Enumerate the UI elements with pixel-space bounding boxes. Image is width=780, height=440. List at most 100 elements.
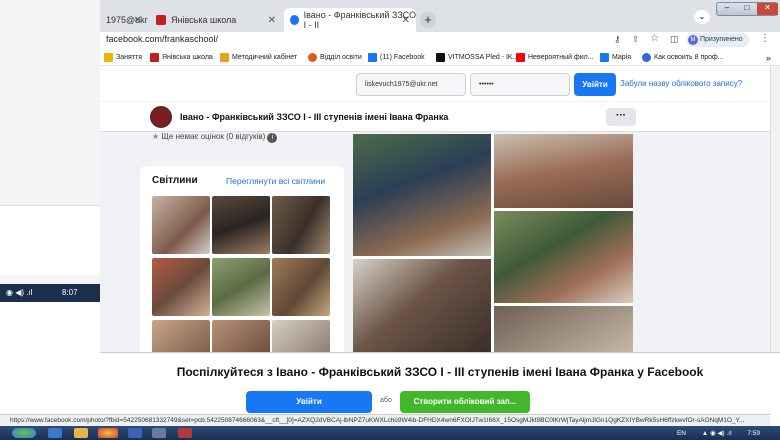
bookmark-label: Марія <box>612 54 632 61</box>
star-icon: ★ <box>152 132 160 141</box>
photo-thumbnail[interactable] <box>212 258 270 316</box>
bookmark-favicon-icon <box>516 53 525 62</box>
taskbar: EN ▲ ◉ ◀) .ıl 7:59 <box>0 426 780 440</box>
photo-thumbnail[interactable] <box>272 320 330 352</box>
bookmark-favicon-icon <box>220 53 229 62</box>
menu-icon[interactable]: ⋮ <box>760 33 770 44</box>
post-photo-grid <box>353 134 633 352</box>
photo-thumbnail[interactable] <box>272 258 330 316</box>
close-icon[interactable]: ✕ <box>268 15 276 26</box>
star-icon[interactable]: ☆ <box>650 33 659 44</box>
tab-facebook[interactable]: Івано - Франківський ЗЗСО І - ІІ ✕ <box>284 8 416 32</box>
bookmark-label: Янівська школа <box>162 54 213 61</box>
facebook-favicon-icon <box>290 15 299 25</box>
bookmark-favicon-icon <box>600 53 609 62</box>
bookmarks-overflow-icon[interactable]: » <box>766 53 771 63</box>
email-field[interactable]: liskevuch1975@ukr.net <box>356 73 466 96</box>
background-window <box>0 0 100 300</box>
photo-thumbnail[interactable] <box>152 196 210 254</box>
see-all-photos-link[interactable]: Переглянути всі світлини <box>226 176 325 186</box>
tray-icons[interactable]: ▲ ◉ ◀) .ıl <box>702 430 732 437</box>
bookmark-label: (11) Facebook <box>380 54 425 61</box>
password-field[interactable]: •••••• <box>470 73 570 96</box>
bookmark-label: Невероятный фил... <box>528 54 594 61</box>
bookmark-label: Как освоить 8 проф... <box>654 54 724 61</box>
maximize-button[interactable]: □ <box>737 3 757 15</box>
photo-thumbnail[interactable] <box>152 258 210 316</box>
avatar: M <box>688 35 698 45</box>
background-taskbar: ◉ ◀) .ıl 8:07 <box>0 284 100 302</box>
photo-thumbnail[interactable] <box>212 320 270 352</box>
chrome-icon[interactable] <box>98 428 118 438</box>
bookmark-item[interactable]: Янівська школа <box>150 53 213 62</box>
background-window-panel <box>0 205 100 275</box>
word-icon[interactable] <box>128 428 142 438</box>
url-text[interactable]: facebook.com/frankaschool/ <box>106 34 218 44</box>
language-indicator[interactable]: EN <box>677 430 686 437</box>
page-title[interactable]: Івано - Франківський ЗЗСО І - ІІІ ступен… <box>180 112 448 122</box>
bookmarks-bar: Заняття Янівська школа Методичний кабіне… <box>100 49 780 66</box>
bookmark-favicon-icon <box>150 53 159 62</box>
bookmark-label: VITMOSSA Pled - IK... <box>448 54 519 61</box>
explorer-icon[interactable] <box>48 428 62 438</box>
bookmark-item[interactable]: Марія <box>600 53 631 62</box>
bookmark-item[interactable]: VITMOSSA Pled - IK... <box>436 53 518 62</box>
login-button[interactable]: Увійти <box>574 73 616 96</box>
bookmark-label: Методичний кабінет <box>232 54 298 61</box>
key-icon[interactable]: ⚷ <box>614 34 621 45</box>
bookmark-item[interactable]: (11) Facebook <box>368 53 425 62</box>
tab-facebook-label: Івано - Франківський ЗЗСО І - ІІ <box>303 10 416 30</box>
photos-card: Світлини Переглянути всі світлини <box>140 166 344 352</box>
folder-icon[interactable] <box>74 428 88 438</box>
page-header: Івано - Франківський ЗЗСО І - ІІІ ступен… <box>100 102 780 132</box>
info-icon[interactable]: i <box>267 133 278 143</box>
close-icon[interactable]: ✕ <box>402 15 410 26</box>
bookmark-item[interactable]: Невероятный фил... <box>516 53 594 62</box>
bookmark-label: Відділ освіти <box>320 54 362 61</box>
profile-button[interactable]: M Призупинено <box>686 33 749 47</box>
photo-thumbnail[interactable] <box>272 196 330 254</box>
tab-school[interactable]: Янівська школа ✕ <box>150 8 282 32</box>
close-window-button[interactable]: ✕ <box>757 3 778 15</box>
sidepanel-icon[interactable]: ◫ <box>670 34 679 45</box>
signup-banner: Поспілкуйтеся з Івано - Франківський ЗЗС… <box>100 352 780 414</box>
banner-login-button[interactable]: Увійти <box>246 391 372 413</box>
start-button[interactable] <box>12 428 36 438</box>
close-icon[interactable]: ✕ <box>134 15 142 26</box>
more-button[interactable]: ··· <box>606 108 636 126</box>
bookmark-favicon-icon <box>368 53 377 62</box>
app-icon[interactable] <box>178 428 192 438</box>
bookmark-label: Заняття <box>116 54 142 61</box>
photos-title: Світлини <box>152 175 198 186</box>
post-photo[interactable] <box>494 306 633 352</box>
signup-banner-title: Поспілкуйтеся з Івано - Франківський ЗЗС… <box>176 365 704 379</box>
tab-school-label: Янівська школа <box>171 15 237 25</box>
system-tray: EN ▲ ◉ ◀) .ıl 7:59 <box>677 429 760 437</box>
post-photo[interactable] <box>494 211 633 303</box>
minimize-button[interactable]: – <box>717 3 737 15</box>
create-account-button[interactable]: Створити обліковий зап... <box>400 391 530 413</box>
bookmark-item[interactable]: Відділ освіти <box>308 53 362 62</box>
tray-icons: ◉ ◀) .ıl <box>6 288 33 297</box>
app-icon[interactable] <box>152 428 166 438</box>
post-photo[interactable] <box>494 134 633 208</box>
bookmark-item[interactable]: Как освоить 8 проф... <box>642 53 724 62</box>
school-favicon-icon <box>156 15 166 25</box>
tab-mail[interactable]: 1975@ukr ✕ <box>100 8 148 32</box>
forgot-account-link[interactable]: Забули назву облікового запису? <box>620 79 742 88</box>
background-clock: 8:07 <box>62 288 78 297</box>
page-avatar[interactable] <box>150 106 172 128</box>
share-icon[interactable]: ⇪ <box>632 34 640 45</box>
address-bar[interactable]: facebook.com/frankaschool/ ⚷ ⇪ ☆ ◫ M При… <box>100 32 780 49</box>
new-tab-button[interactable]: + <box>420 12 436 28</box>
photo-thumbnail[interactable] <box>212 196 270 254</box>
clock[interactable]: 7:59 <box>747 430 760 437</box>
bookmark-item[interactable]: Методичний кабінет <box>220 53 297 62</box>
photo-thumbnail[interactable] <box>152 320 210 352</box>
post-photo[interactable] <box>353 259 491 352</box>
login-bar: liskevuch1975@ukr.net •••••• Увійти Забу… <box>100 66 780 101</box>
tab-search-button[interactable]: ⌄ <box>694 10 710 24</box>
bookmark-favicon-icon <box>436 53 445 62</box>
post-photo[interactable] <box>353 134 491 256</box>
bookmark-item[interactable]: Заняття <box>104 53 142 62</box>
